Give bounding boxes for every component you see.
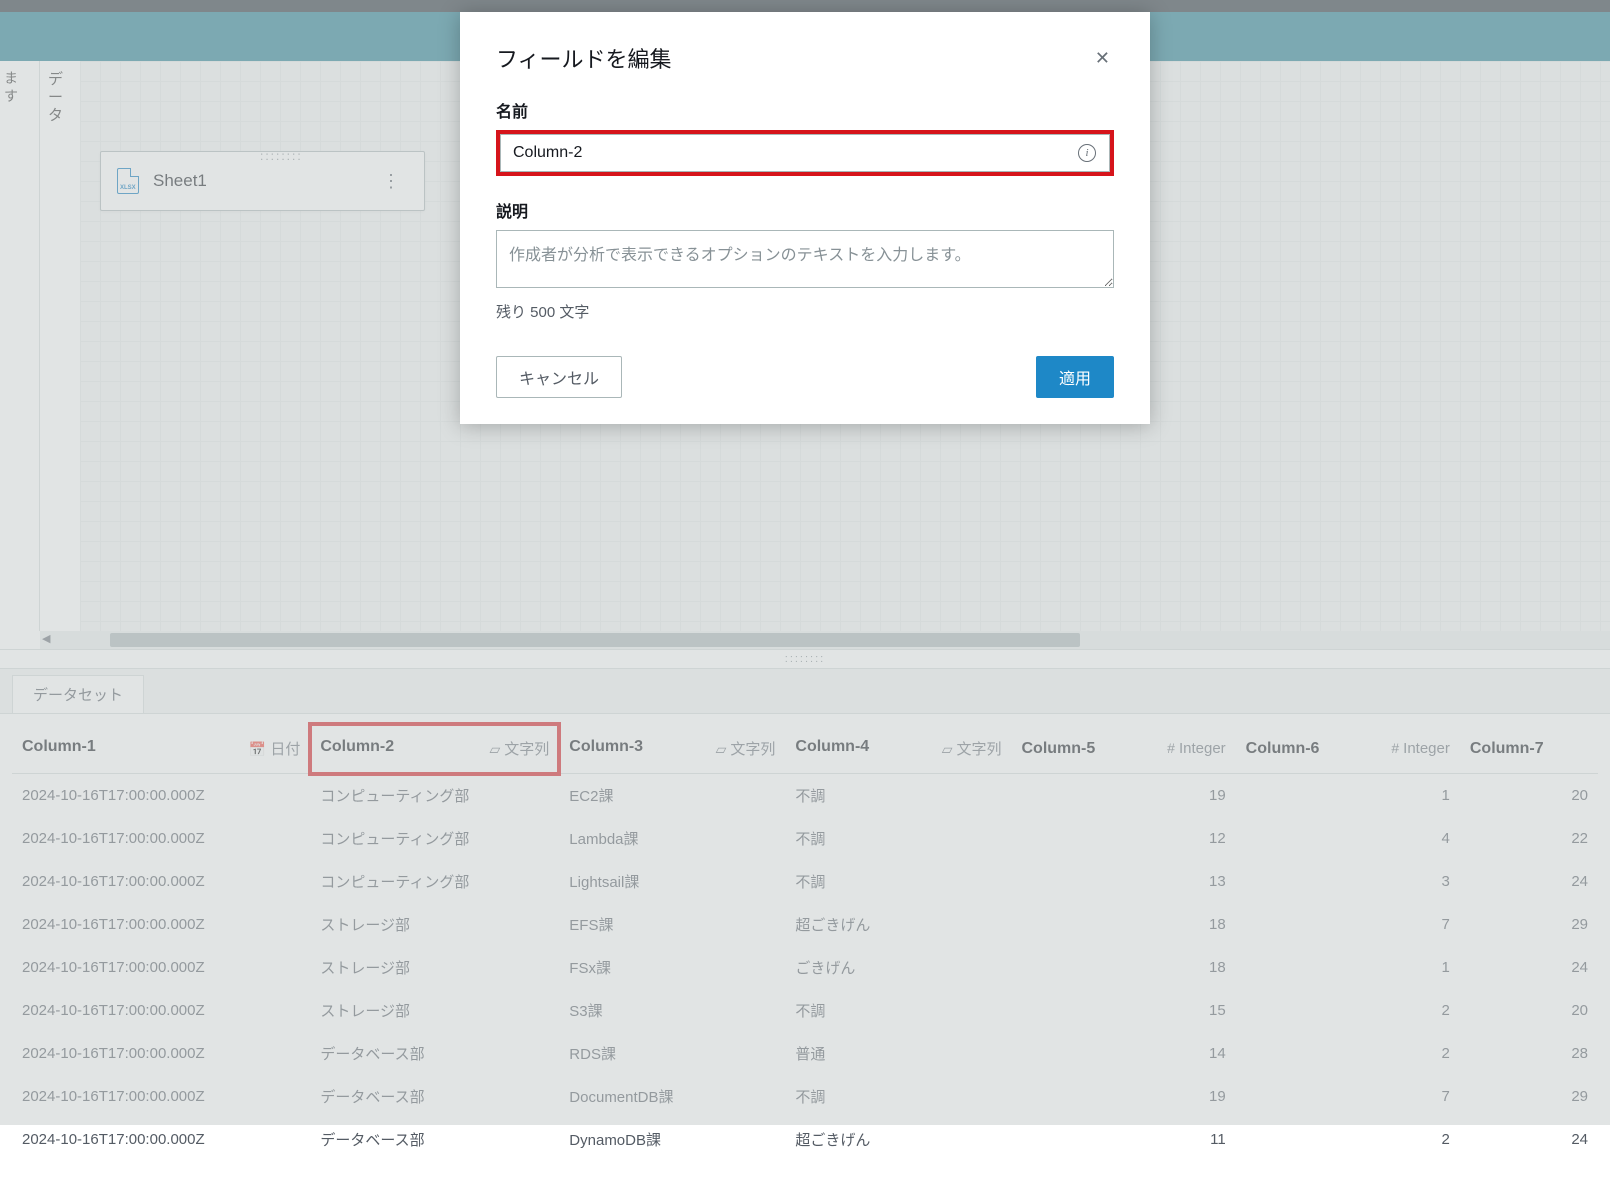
modal-title: フィールドを編集	[496, 42, 672, 74]
name-label: 名前	[496, 98, 1114, 122]
description-textarea[interactable]	[496, 230, 1114, 288]
field-name-input[interactable]	[500, 134, 1110, 172]
char-count: 残り 500 文字	[496, 301, 1114, 322]
close-icon[interactable]: ✕	[1091, 44, 1114, 73]
apply-button[interactable]: 適用	[1036, 356, 1114, 398]
description-label: 説明	[496, 198, 1114, 222]
info-icon[interactable]: i	[1078, 144, 1096, 162]
edit-field-modal: フィールドを編集 ✕ 名前 i 説明 残り 500 文字 キャンセル 適用	[460, 12, 1150, 424]
name-input-highlight: i	[496, 130, 1114, 176]
cancel-button[interactable]: キャンセル	[496, 356, 622, 398]
modal-overlay[interactable]: フィールドを編集 ✕ 名前 i 説明 残り 500 文字 キャンセル 適用	[0, 0, 1610, 1125]
